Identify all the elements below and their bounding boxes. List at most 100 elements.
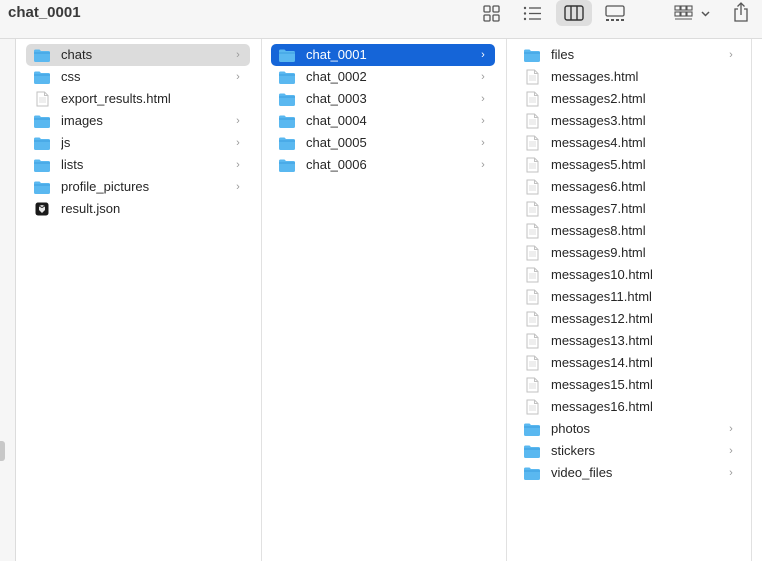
group-by-button[interactable] [673, 2, 713, 24]
sidebar-edge [0, 39, 16, 561]
folder-item-images[interactable]: images › [26, 110, 250, 132]
folder-item-chats[interactable]: chats › [26, 44, 250, 66]
document-icon [523, 157, 541, 173]
file-item-messages7-html[interactable]: messages7.html [516, 198, 743, 220]
document-icon [523, 69, 541, 85]
item-label: messages7.html [551, 201, 646, 216]
grid-icon [482, 4, 500, 22]
file-item-messages4-html[interactable]: messages4.html [516, 132, 743, 154]
file-item-messages8-html[interactable]: messages8.html [516, 220, 743, 242]
item-label: chats [61, 47, 93, 62]
document-icon [523, 91, 541, 107]
document-icon [523, 223, 541, 239]
file-item-messages3-html[interactable]: messages3.html [516, 110, 743, 132]
column-chat-0001: files › messages.html messages2.html message… [507, 39, 752, 561]
item-label: chat_0003 [306, 91, 367, 106]
file-item-export-results-html[interactable]: export_results.html [26, 88, 250, 110]
folder-icon [278, 91, 296, 107]
document-icon [523, 399, 541, 415]
item-label: messages15.html [551, 377, 653, 392]
file-item-messages14-html[interactable]: messages14.html [516, 352, 743, 374]
folder-item-chat-0005[interactable]: chat_0005 › [271, 132, 495, 154]
group-icon [674, 4, 710, 20]
file-item-messages-html[interactable]: messages.html [516, 66, 743, 88]
item-label: messages14.html [551, 355, 653, 370]
column-root: chats › css › export_results.html images › js › l… [17, 39, 262, 561]
item-label: files [551, 47, 575, 62]
document-icon [523, 355, 541, 371]
folder-icon [523, 47, 541, 63]
item-label: messages9.html [551, 245, 646, 260]
folder-item-js[interactable]: js › [26, 132, 250, 154]
columns-icon [564, 5, 584, 21]
item-label: messages5.html [551, 157, 646, 172]
item-label: messages12.html [551, 311, 653, 326]
document-icon [523, 113, 541, 129]
item-label: messages8.html [551, 223, 646, 238]
item-label: images [61, 113, 103, 128]
folder-icon [33, 113, 51, 129]
folder-icon [278, 135, 296, 151]
chevron-right-icon: › [729, 49, 733, 61]
item-label: result.json [61, 201, 121, 216]
folder-item-chat-0006[interactable]: chat_0006 › [271, 154, 495, 176]
folder-icon [33, 157, 51, 173]
item-label: video_files [551, 465, 613, 480]
chevron-right-icon: › [481, 137, 485, 149]
folder-item-photos[interactable]: photos › [516, 418, 743, 440]
file-item-messages2-html[interactable]: messages2.html [516, 88, 743, 110]
file-item-messages11-html[interactable]: messages11.html [516, 286, 743, 308]
folder-item-chat-0003[interactable]: chat_0003 › [271, 88, 495, 110]
file-item-messages10-html[interactable]: messages10.html [516, 264, 743, 286]
item-label: messages3.html [551, 113, 646, 128]
folder-item-chat-0001[interactable]: chat_0001 › [271, 44, 495, 66]
folder-item-profile-pictures[interactable]: profile_pictures › [26, 176, 250, 198]
document-icon [523, 377, 541, 393]
gallery-view-button[interactable] [603, 2, 627, 24]
document-icon [523, 179, 541, 195]
file-item-messages5-html[interactable]: messages5.html [516, 154, 743, 176]
folder-item-css[interactable]: css › [26, 66, 250, 88]
chevron-right-icon: › [236, 137, 240, 149]
list-view-button[interactable] [520, 2, 544, 24]
item-label: chat_0002 [306, 69, 367, 84]
sidebar-resize-handle[interactable] [0, 441, 5, 461]
document-icon [523, 267, 541, 283]
folder-item-lists[interactable]: lists › [26, 154, 250, 176]
chevron-right-icon: › [729, 467, 733, 479]
chevron-right-icon: › [729, 423, 733, 435]
chevron-right-icon: › [481, 71, 485, 83]
list-icon [523, 6, 541, 20]
folder-icon [33, 135, 51, 151]
chevron-right-icon: › [236, 71, 240, 83]
document-icon [523, 245, 541, 261]
folder-icon [33, 47, 51, 63]
file-item-messages12-html[interactable]: messages12.html [516, 308, 743, 330]
file-item-messages9-html[interactable]: messages9.html [516, 242, 743, 264]
json-file-icon [33, 201, 51, 217]
folder-item-stickers[interactable]: stickers › [516, 440, 743, 462]
item-label: messages13.html [551, 333, 653, 348]
file-item-messages16-html[interactable]: messages16.html [516, 396, 743, 418]
folder-icon [278, 157, 296, 173]
folder-item-chat-0004[interactable]: chat_0004 › [271, 110, 495, 132]
document-icon [523, 311, 541, 327]
icon-view-button[interactable] [480, 2, 502, 24]
item-label: messages2.html [551, 91, 646, 106]
item-label: js [61, 135, 71, 150]
file-item-messages15-html[interactable]: messages15.html [516, 374, 743, 396]
folder-icon [523, 443, 541, 459]
folder-item-chat-0002[interactable]: chat_0002 › [271, 66, 495, 88]
file-item-messages6-html[interactable]: messages6.html [516, 176, 743, 198]
chevron-right-icon: › [236, 159, 240, 171]
chevron-right-icon: › [481, 115, 485, 127]
share-button[interactable] [730, 0, 752, 24]
file-item-result-json[interactable]: result.json [26, 198, 250, 220]
folder-icon [278, 113, 296, 129]
folder-item-video-files[interactable]: video_files › [516, 462, 743, 484]
chevron-right-icon: › [236, 115, 240, 127]
column-view-button[interactable] [556, 0, 592, 26]
folder-icon [278, 69, 296, 85]
file-item-messages13-html[interactable]: messages13.html [516, 330, 743, 352]
folder-item-files[interactable]: files › [516, 44, 743, 66]
